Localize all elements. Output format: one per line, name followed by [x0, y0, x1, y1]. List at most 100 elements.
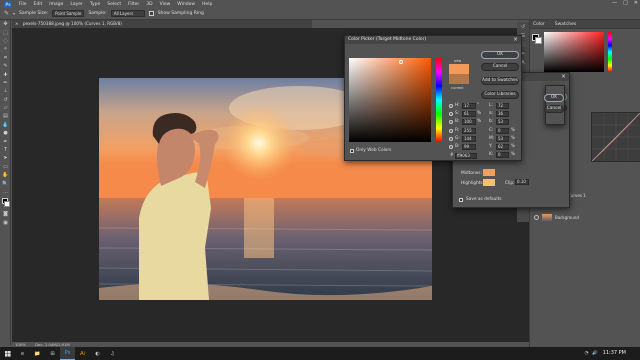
zoom-tool-icon[interactable]: 🔍	[0, 179, 11, 187]
menu-filter[interactable]: Filter	[128, 2, 139, 7]
quick-mask-icon[interactable]: ◙	[0, 210, 11, 218]
menu-view[interactable]: View	[160, 2, 171, 7]
field-l[interactable]: 72	[496, 103, 509, 109]
field-b[interactable]: 100	[462, 119, 476, 125]
tab-swatches[interactable]: Swatches	[555, 22, 577, 27]
taskbar-app-other[interactable]: ◐	[90, 347, 105, 360]
marquee-tool-icon[interactable]: ⬚	[0, 28, 11, 36]
field-h[interactable]: 17	[462, 103, 476, 109]
type-tool-icon[interactable]: T	[0, 146, 11, 154]
quick-select-tool-icon[interactable]: ✧	[0, 45, 11, 53]
clip-field[interactable]: 0.10	[515, 179, 529, 185]
color-panel-field[interactable]	[544, 32, 604, 72]
menu-help[interactable]: Help	[202, 2, 212, 7]
red-radio[interactable]	[449, 129, 453, 133]
crop-tool-icon[interactable]: ⌗	[0, 54, 11, 62]
taskbar-app-music[interactable]: ♫	[105, 347, 120, 360]
field-g[interactable]: 144	[462, 136, 476, 142]
brush-tool-icon[interactable]: ✏	[0, 79, 11, 87]
only-web-colors-checkbox[interactable]	[350, 149, 354, 153]
cancel-button[interactable]: Cancel	[481, 63, 519, 71]
menu-3d[interactable]: 3D	[146, 2, 152, 7]
document-tab[interactable]: × pexels-750388.jpeg @ 100% (Curves 1, R…	[12, 20, 312, 28]
clone-stamp-icon[interactable]: ⊥	[0, 87, 11, 95]
field-y[interactable]: 62	[496, 144, 509, 150]
show-sampling-ring-checkbox[interactable]	[148, 11, 154, 16]
taskbar-app-explorer[interactable]: 📁	[30, 347, 45, 360]
lasso-tool-icon[interactable]: ◌	[0, 37, 11, 45]
background-color-chip[interactable]	[535, 37, 542, 44]
color-libraries-button[interactable]: Color Libraries	[481, 91, 519, 99]
more-tools-icon[interactable]: …	[0, 188, 11, 196]
green-radio[interactable]	[449, 137, 453, 141]
add-to-swatches-button[interactable]: Add to Swatches	[481, 77, 519, 85]
eraser-tool-icon[interactable]: ▱	[0, 104, 11, 112]
curves-cancel-button[interactable]: Cancel	[544, 105, 564, 113]
history-brush-icon[interactable]: ↺	[0, 96, 11, 104]
eyedropper-tool-icon[interactable]: ✎	[4, 10, 9, 17]
pen-tool-icon[interactable]: ✒	[0, 137, 11, 145]
field-s[interactable]: 61	[462, 111, 476, 117]
close-icon[interactable]: ×	[513, 36, 518, 44]
path-select-icon[interactable]: ➤	[0, 154, 11, 162]
screen-mode-icon[interactable]: ▣	[0, 219, 11, 227]
menu-type[interactable]: Type	[90, 2, 100, 7]
field-a[interactable]: 36	[496, 111, 509, 117]
field-m[interactable]: 53	[496, 136, 509, 142]
taskbar-app-store[interactable]: ⊞	[45, 347, 60, 360]
curves-graph[interactable]	[591, 112, 640, 162]
close-icon[interactable]: ×	[561, 73, 566, 81]
ok-button[interactable]: OK	[481, 51, 519, 59]
blue-radio[interactable]	[449, 145, 453, 149]
saturation-radio[interactable]	[449, 112, 453, 116]
taskbar-clock[interactable]: 11:37 PM	[603, 347, 626, 360]
eye-icon[interactable]	[534, 215, 539, 220]
shape-tool-icon[interactable]: ▭	[0, 163, 11, 171]
taskbar-app-photoshop[interactable]: Ps	[60, 347, 75, 360]
color-panel-swatches[interactable]	[532, 34, 542, 44]
menu-window[interactable]: Window	[177, 2, 195, 7]
taskbar-app-edge[interactable]: e	[15, 347, 30, 360]
field-c[interactable]: 0	[496, 128, 509, 134]
menu-image[interactable]: Image	[49, 2, 63, 7]
field-r[interactable]: 255	[462, 128, 476, 134]
volume-icon[interactable]: 🔊	[592, 351, 598, 356]
save-defaults-checkbox[interactable]	[459, 198, 463, 202]
field-k[interactable]: 0	[496, 152, 509, 158]
fg-bg-swatches[interactable]	[0, 196, 10, 210]
eyedropper-icon[interactable]: ✎	[0, 62, 11, 70]
menu-edit[interactable]: Edit	[34, 2, 43, 7]
sample-size-select[interactable]: Point Sample	[52, 10, 85, 17]
hue-slider[interactable]	[436, 58, 442, 142]
tool-preset-arrow-icon[interactable]: ▾	[13, 11, 15, 16]
minimize-button[interactable]: —	[612, 0, 617, 6]
blur-tool-icon[interactable]: 💧	[0, 121, 11, 129]
close-tab-icon[interactable]: ×	[15, 20, 19, 28]
network-icon[interactable]: ◔	[584, 351, 588, 356]
start-button[interactable]	[0, 347, 15, 360]
sample-select[interactable]: All Layers	[110, 10, 145, 17]
tab-color[interactable]: Color	[533, 22, 545, 27]
menu-layer[interactable]: Layer	[70, 2, 83, 7]
curves-ok-button[interactable]: OK	[544, 94, 564, 102]
brightness-radio[interactable]	[449, 120, 453, 124]
dodge-tool-icon[interactable]: ●	[0, 129, 11, 137]
background-color-swatch[interactable]	[4, 201, 10, 208]
move-tool-icon[interactable]: ✥	[0, 20, 11, 28]
healing-brush-icon[interactable]: ✚	[0, 70, 11, 78]
taskbar-app-illustrator[interactable]: Ai	[75, 347, 90, 360]
hue-radio[interactable]	[449, 104, 453, 108]
menu-select[interactable]: Select	[107, 2, 121, 7]
field-blue[interactable]: 99	[462, 144, 476, 150]
current-color-swatch[interactable]	[449, 74, 469, 84]
hex-field[interactable]: ff9063	[455, 153, 477, 159]
maximize-button[interactable]: □	[623, 0, 628, 6]
color-panel-hue-slider[interactable]	[608, 32, 612, 72]
field-lab-b[interactable]: 53	[496, 119, 509, 125]
close-window-button[interactable]: ✕	[634, 0, 638, 6]
layer-row-background[interactable]: Background	[530, 212, 640, 223]
highlights-swatch[interactable]	[483, 179, 495, 186]
hand-tool-icon[interactable]: ✋	[0, 171, 11, 179]
history-panel-icon[interactable]: ↺	[517, 22, 529, 31]
saturation-brightness-field[interactable]	[349, 58, 431, 142]
